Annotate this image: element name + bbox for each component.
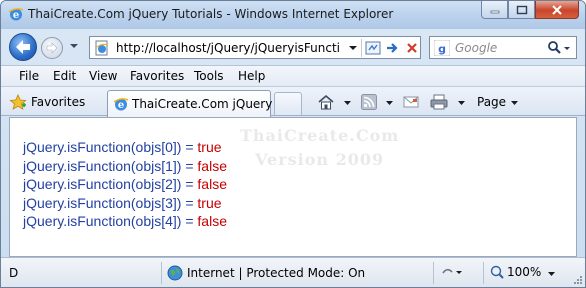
menu-help[interactable]: Help: [238, 69, 265, 83]
svg-text:e: e: [13, 10, 19, 21]
zoom-level: 100%: [507, 265, 542, 279]
page-label: Page: [477, 95, 507, 109]
result-value: true: [197, 139, 222, 155]
result-value: true: [197, 194, 222, 211]
forward-button[interactable]: [41, 37, 63, 59]
expression-text: jQuery.isFunction(objs[3]) =: [23, 194, 198, 211]
expression-text: jQuery.isFunction(objs[4]) =: [23, 213, 198, 230]
result-value: false: [197, 213, 227, 230]
svg-text:e: e: [118, 100, 124, 111]
divider: [433, 262, 434, 284]
watermark: ThaiCreate.Com Version 2009: [240, 124, 399, 172]
zoom-dropdown[interactable]: [547, 271, 556, 277]
google-icon: g: [434, 40, 450, 56]
address-bar[interactable]: http://localhost/jQuery/jQueryisFunctio: [89, 36, 421, 59]
title-bar[interactable]: e ThaiCreate.Com jQuery Tutorials - Wind…: [1, 1, 585, 29]
minimize-button[interactable]: [481, 1, 508, 19]
go-arrow-icon: [387, 43, 398, 53]
magnifier-icon[interactable]: [546, 40, 572, 56]
menu-bar: File Edit View Favorites Tools Help: [1, 65, 585, 86]
page-icon: [95, 40, 108, 56]
printer-icon[interactable]: [430, 94, 448, 110]
security-zone[interactable]: Internet | Protected Mode: On: [167, 265, 365, 281]
watermark-line-2: Version 2009: [255, 150, 385, 169]
output-line: jQuery.isFunction(objs[2]) = false: [23, 175, 227, 194]
ie-icon: e: [8, 8, 24, 21]
result-value: false: [197, 157, 227, 174]
browser-window: e ThaiCreate.Com jQuery Tutorials - Wind…: [0, 0, 586, 288]
status-text: D: [9, 266, 19, 280]
divider: [161, 262, 162, 284]
page-content: ThaiCreate.Com Version 2009 jQuery.isFun…: [9, 117, 577, 257]
maximize-button[interactable]: [508, 1, 535, 19]
globe-icon: [167, 265, 183, 281]
mail-icon[interactable]: [403, 94, 419, 110]
output-line: jQuery.isFunction(objs[0]) = true: [23, 138, 227, 157]
favorites-button[interactable]: Favorites: [9, 94, 85, 110]
favorites-bar: Favorites e ThaiCreate.Com jQuery ... Pa…: [1, 86, 585, 117]
maximize-icon: [516, 5, 527, 14]
star-icon: [9, 94, 27, 110]
zoom-control[interactable]: 100%: [490, 265, 541, 279]
zoom-icon: [490, 265, 504, 279]
navigation-bar: http://localhost/jQuery/jQueryisFunctio …: [1, 29, 585, 65]
menu-file[interactable]: File: [19, 69, 39, 83]
protected-mode-icon[interactable]: [441, 266, 463, 280]
recent-pages-dropdown[interactable]: [69, 42, 79, 50]
home-dropdown[interactable]: [343, 100, 352, 106]
expression-text: jQuery.isFunction(objs[2]) =: [23, 176, 198, 193]
close-icon: [552, 4, 562, 15]
ie-icon: e: [113, 98, 129, 111]
minimize-icon: [490, 10, 499, 13]
close-button[interactable]: [535, 1, 579, 19]
expression-text: jQuery.isFunction(objs[0]) =: [23, 139, 198, 155]
back-arrow-icon: [16, 40, 30, 54]
search-box[interactable]: g Google: [429, 36, 577, 59]
back-button[interactable]: [9, 33, 37, 61]
url-input[interactable]: http://localhost/jQuery/jQueryisFunctio: [116, 41, 340, 55]
output-line: jQuery.isFunction(objs[3]) = true: [23, 194, 227, 213]
home-icon[interactable]: [317, 94, 335, 110]
resize-grip[interactable]: [573, 275, 583, 285]
divider: [483, 262, 484, 284]
rss-icon[interactable]: [361, 94, 377, 110]
refresh-button[interactable]: [384, 40, 402, 56]
tab-current[interactable]: e ThaiCreate.Com jQuery ...: [107, 90, 288, 117]
status-bar: D Internet | Protected Mode: On 100%: [1, 257, 585, 287]
watermark-line-1: ThaiCreate.Com: [240, 126, 400, 145]
caption-buttons: [481, 1, 579, 19]
menu-tools[interactable]: Tools: [194, 69, 224, 83]
compatibility-icon: [365, 41, 381, 55]
menu-edit[interactable]: Edit: [53, 69, 76, 83]
zone-label: Internet | Protected Mode: On: [187, 266, 366, 280]
output-line: jQuery.isFunction(objs[1]) = false: [23, 157, 227, 176]
divider: [361, 39, 362, 57]
page-menu-button[interactable]: Page: [477, 95, 519, 109]
search-input[interactable]: Google: [455, 41, 497, 55]
print-dropdown[interactable]: [457, 100, 466, 106]
new-tab-button[interactable]: [274, 92, 302, 115]
stop-button[interactable]: [403, 40, 421, 56]
svg-text:g: g: [438, 43, 446, 56]
forward-arrow-icon: [46, 42, 58, 54]
result-value: false: [197, 176, 227, 193]
tab-label: ThaiCreate.Com jQuery ...: [132, 97, 288, 111]
compatibility-view-button[interactable]: [364, 40, 382, 56]
stop-icon: [407, 43, 417, 53]
favorites-label: Favorites: [31, 95, 86, 109]
output-lines: jQuery.isFunction(objs[0]) = true jQuery…: [23, 138, 227, 231]
chevron-down-icon: [510, 101, 518, 105]
address-dropdown[interactable]: [348, 41, 358, 55]
output-line: jQuery.isFunction(objs[4]) = false: [23, 212, 227, 231]
menu-favorites[interactable]: Favorites: [130, 69, 184, 83]
feeds-dropdown[interactable]: [385, 100, 394, 106]
window-title: ThaiCreate.Com jQuery Tutorials - Window…: [28, 7, 394, 21]
menu-view[interactable]: View: [89, 69, 117, 83]
expression-text: jQuery.isFunction(objs[1]) =: [23, 157, 198, 174]
